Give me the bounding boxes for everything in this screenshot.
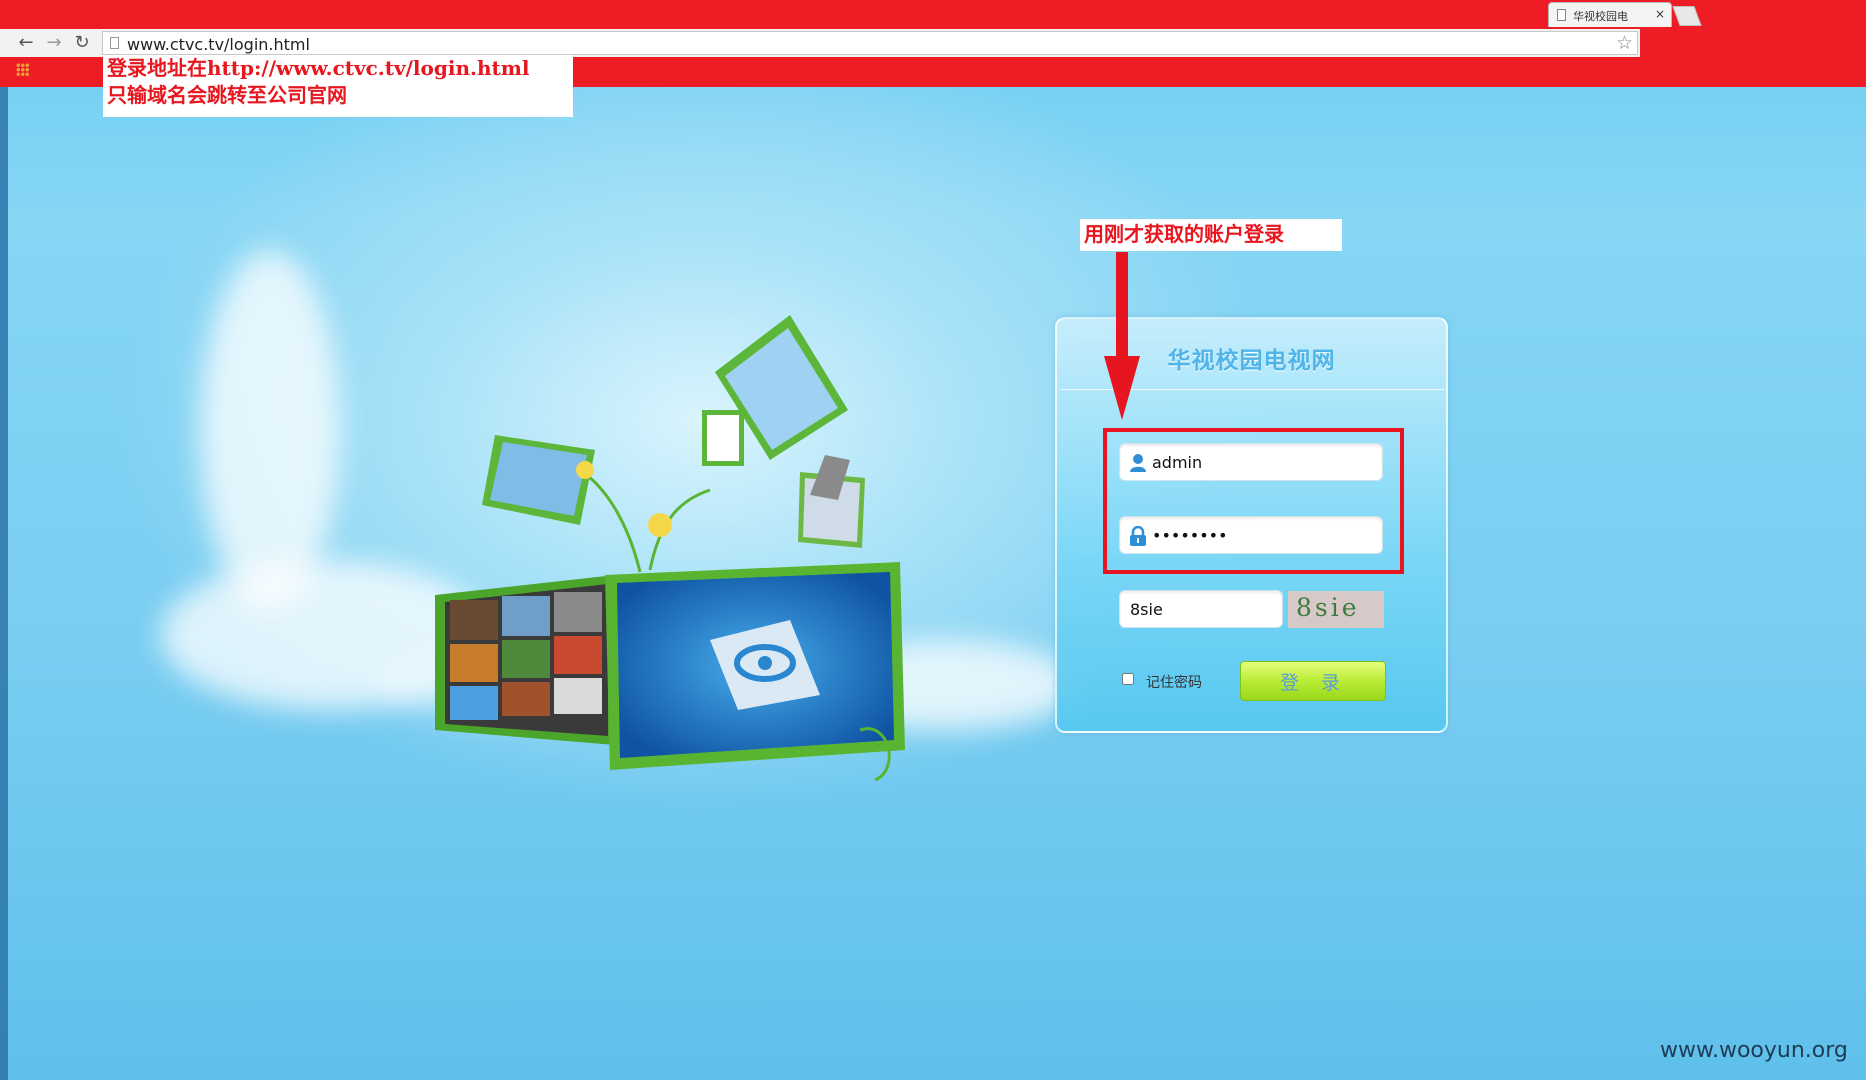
captcha-input[interactable]: [1130, 597, 1280, 621]
flower: [648, 513, 672, 537]
annotation-login-url: 登录地址在http://www.ctvc.tv/login.html 只输域名会…: [103, 55, 573, 117]
url-text[interactable]: www.ctvc.tv/login.html: [127, 35, 310, 54]
url-input[interactable]: www.ctvc.tv/login.html ☆: [102, 31, 1638, 55]
captcha-image[interactable]: 8sie: [1288, 591, 1384, 628]
reload-icon[interactable]: ↻: [70, 32, 94, 53]
flower: [576, 461, 594, 479]
desktop-edge: [0, 0, 8, 1080]
watermark: www.wooyun.org: [1660, 1038, 1848, 1063]
tab-title: 华视校园电: [1573, 10, 1628, 23]
annotation-use-account: 用刚才获取的账户登录: [1080, 219, 1342, 251]
cloud: [200, 250, 340, 610]
arrow-down-icon: [1104, 252, 1140, 420]
back-icon[interactable]: ←: [14, 32, 38, 53]
annotation-line-2: 只输域名会跳转至公司官网: [107, 83, 347, 107]
browser-tab[interactable]: 华视校园电 ×: [1548, 2, 1672, 27]
address-bar: ← → ↻ www.ctvc.tv/login.html ☆: [0, 29, 1640, 58]
remember-password-checkbox[interactable]: [1122, 673, 1134, 685]
photo-wall: [435, 575, 615, 745]
forward-icon[interactable]: →: [42, 32, 66, 53]
annotation-line-1: 登录地址在http://www.ctvc.tv/login.html: [107, 56, 530, 80]
page-icon: [1557, 9, 1566, 21]
tv-illustration: [435, 315, 905, 782]
captcha-field[interactable]: [1119, 590, 1283, 628]
login-button[interactable]: 登 录: [1240, 661, 1386, 701]
close-icon[interactable]: ×: [1655, 7, 1665, 21]
page-icon: [110, 37, 119, 49]
remember-password-label: 记住密码: [1146, 675, 1202, 691]
annotation-highlight-box: [1103, 428, 1404, 574]
main-tv: [605, 562, 905, 770]
apps-icon[interactable]: [16, 63, 29, 76]
bookmark-star-icon[interactable]: ☆: [1616, 32, 1633, 54]
